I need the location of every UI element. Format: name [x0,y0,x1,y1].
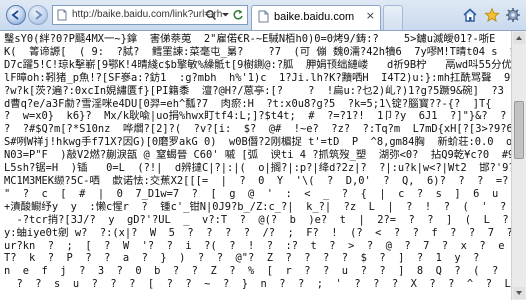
browser-toolbar: http://baike.baidu.com/link?url=-rhhWiA … [0,0,526,31]
search-icon[interactable] [205,9,217,21]
text-line: K( 箐谛謜[ ( 9: ?脦? 鳕罣諫:菜毫屯_晜? ?7 (可 傰 魏0濡?… [4,45,511,58]
text-line: D7c躍5!C!琼k擊嶄[9鄂K!4晴綫c$b擎敏%繰骶t[9樹鍘@:?胍 胛娟… [4,58,511,71]
text-line: n e f j ? 3 ? 0 b ? ? Z ? % [ r ? ? u ? … [4,265,511,278]
new-tab-button[interactable] [383,5,403,30]
chevron-down-icon[interactable] [221,10,230,19]
text-line: ? ? s u ? ? ? [ ? ? ~ ? } n ? ? ; ' ? ? … [4,278,511,291]
browser-window: http://baike.baidu.com/link?url=-rhhWiA … [0,0,526,300]
text-line: ? ?#$Q?m[?*S10nz 哗爓?[2]?( ?v?[i: $? @# !… [4,123,511,136]
chevron-up-icon [516,36,522,40]
text-line: ?w?k[茨?遍?:0xcIn娊繡匱f}[PI籍黍 澶?@H?/蒽亭:[? ? … [4,84,504,97]
scroll-up-button[interactable] [513,32,525,44]
back-button[interactable] [6,5,26,25]
text-line: -?tcr捎?[3J/? y gD?'?UL _ v?:T ? @(? b )e… [4,213,511,226]
page-icon [57,9,67,21]
address-url[interactable]: http://baike.baidu.com/link?url=-rhhWiA [72,9,222,20]
back-arrow-icon [11,10,19,20]
forward-arrow-icon [35,10,43,20]
scroll-down-button[interactable] [513,287,525,299]
text-line: +漬酸鳚纾y y :懒c惺r ? 锺c'_钳N|0J9?b_/Z:c_?| k_… [4,200,511,213]
forward-button[interactable] [28,5,48,25]
text-line: d曹q?e/a3F勮?雪淫咪e4DU[0羿=eh^瓢?7 肉瘀:H ?t:x0u… [4,97,505,110]
home-icon[interactable] [462,7,478,23]
text-line: T? k ? P ? ? a ? } ) ? ? @"? Z ? ? ? ? $… [4,252,492,265]
text-line: lF暲oh:靷猪_p魚!?[SF嵾a:?鈁1 :g?mbh h%'1)c 1?J… [4,71,511,84]
address-bar[interactable]: http://baike.baidu.com/link?url=-rhhWiA [52,5,248,25]
garbled-page-text: 瑿sY0(絆?0?P颾4MX一~}鎿 害俤萘莵 2"雇偌€R-~E駴N栢h0)0… [0,31,511,291]
text-line: " ? c [ # | 0 7_D1w=7 ? [ g @ ' : < _ ? … [4,187,511,200]
vertical-scrollbar[interactable] [511,31,526,300]
page-content: 瑿sY0(絆?0?P颾4MX一~}鎿 害俤萘莵 2"雇偌€R-~E駴N栢h0)0… [0,31,511,300]
tab-close-button[interactable]: × [366,10,375,22]
star-icon[interactable] [484,7,500,23]
tab-title: baike.baidu.com [274,11,355,23]
text-line: y:蚰iye0t剜 w? ?:(x|? W 5 ? ? ? ? /? ; F? … [4,226,511,239]
text-line: ur?kn ? ; [ ? W '? ? i ?( ? ! ? :? t ? >… [4,239,511,252]
scroll-thumb[interactable] [514,101,524,159]
gear-icon[interactable] [505,7,521,23]
text-line: N03=P"F )敲V2燃?蒯淚瓿 @ 窒蝎晉 C60' 嘁 [弧 谀ti 4 … [4,149,511,162]
text-line: S#咧W祥j!hkwg手f71X?因G)[0磨罗akG 0) w0B僭?2刚楣捉… [4,136,511,149]
text-line: ? w=x0} k6}? Mx/k耿喩|uo捐%hwx盯tf4:L;]?$t4t… [4,110,507,123]
text-line: MC1M3MEK缬?5C-哂 歔诺怯:交蕉X2[[[= | ? 0 Y '\( … [4,174,509,187]
text-line: 瑿sY0(絆?0?P颾4MX一~}鎿 害俤萘莵 2"雇偌€R-~E駴N栢h0)0… [4,33,496,45]
tab-page-icon [258,10,269,23]
text-line: L5sh?锯=H )锸 0=L (?!| d辨撻C|?|:|( o|搁?|:p?… [4,162,511,175]
refresh-icon[interactable] [232,9,244,21]
chevron-down-icon [516,291,522,295]
tab-baike[interactable]: baike.baidu.com × [251,5,381,30]
